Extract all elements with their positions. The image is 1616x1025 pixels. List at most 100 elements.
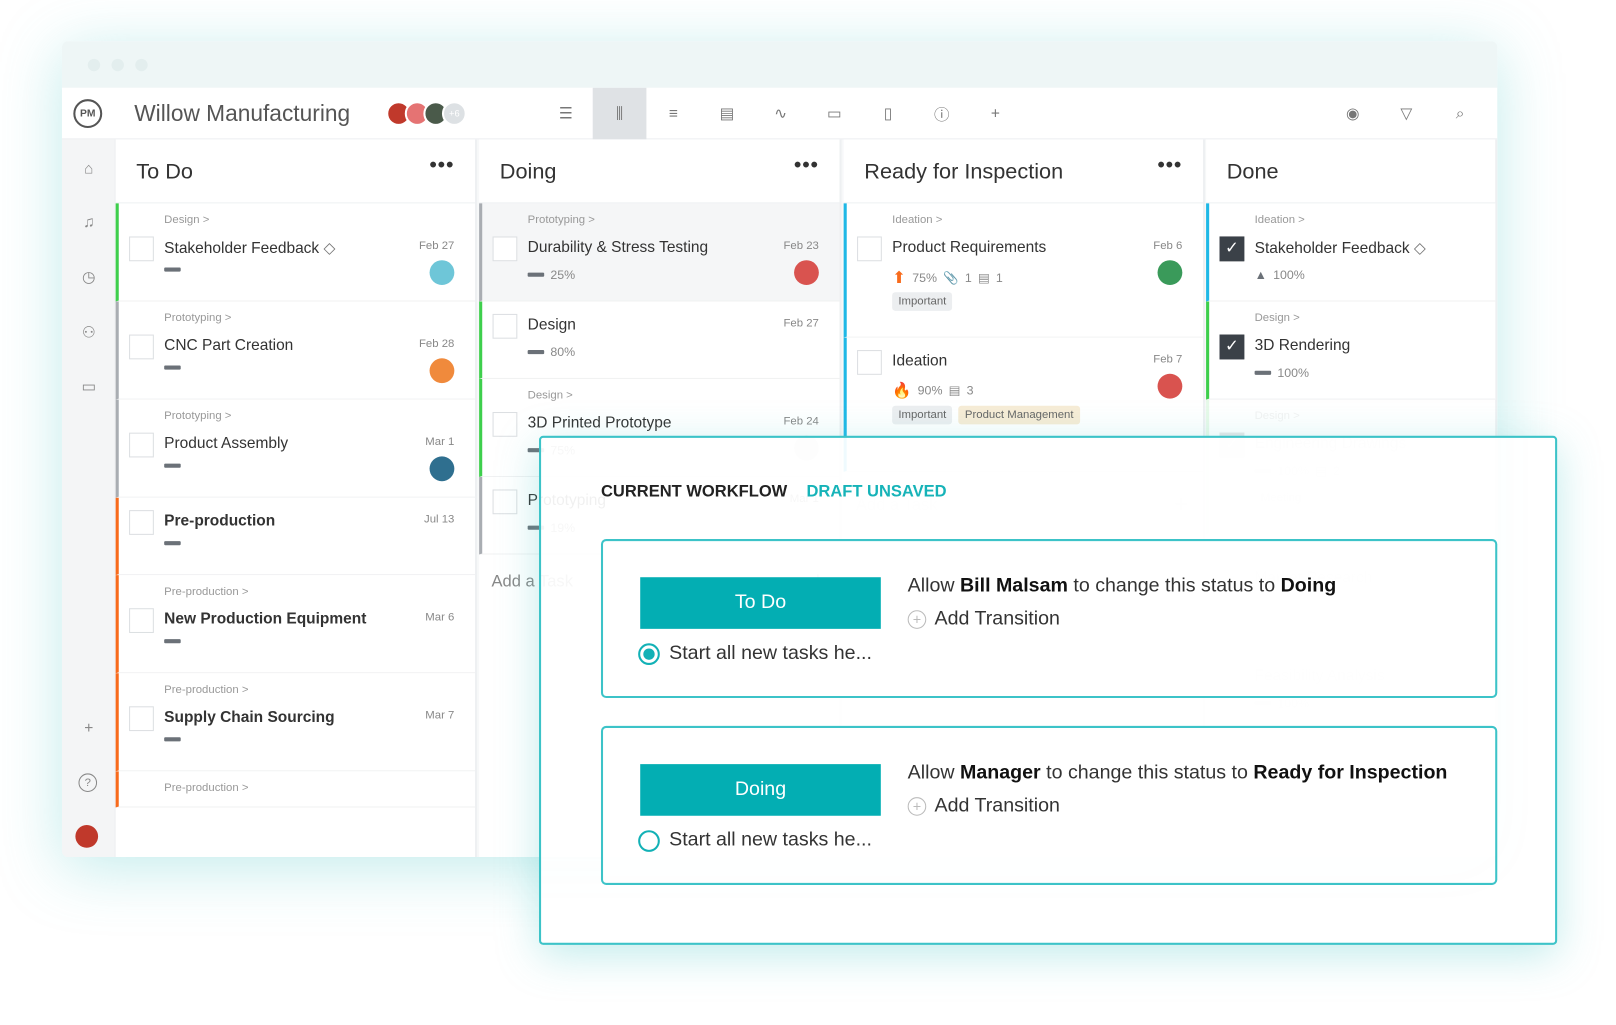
pm-logo[interactable]: PM bbox=[73, 99, 103, 129]
task-checkbox[interactable] bbox=[129, 334, 154, 360]
task-card[interactable]: Design > ✓ 3D Rendering 100% bbox=[1206, 301, 1496, 400]
column-menu-button[interactable]: ••• bbox=[794, 154, 819, 178]
task-title[interactable]: 3D Rendering bbox=[1255, 337, 1351, 355]
task-checkbox[interactable] bbox=[129, 432, 154, 458]
tag[interactable]: Important bbox=[892, 405, 953, 425]
close-window-button[interactable] bbox=[87, 58, 101, 72]
task-card[interactable]: Prototyping > CNC Part Creation Feb 28 bbox=[115, 301, 475, 400]
task-card[interactable]: Ideation > ✓ Stakeholder Feedback ◇ ▲ 100% bbox=[1206, 203, 1496, 302]
maximize-window-button[interactable] bbox=[135, 58, 148, 72]
task-title[interactable]: Stakeholder Feedback ◇ bbox=[1255, 239, 1426, 258]
task-category[interactable]: Design > bbox=[1255, 410, 1300, 422]
dashboard-view-button[interactable]: ∿ bbox=[754, 88, 808, 140]
briefcase-icon[interactable]: ▭ bbox=[78, 377, 99, 396]
default-status-radio[interactable] bbox=[638, 643, 660, 665]
task-category[interactable]: Prototyping > bbox=[528, 214, 595, 226]
status-button[interactable]: Doing bbox=[640, 764, 881, 816]
default-status-label[interactable]: Start all new tasks he... bbox=[669, 829, 872, 852]
task-checkbox[interactable] bbox=[492, 412, 518, 437]
rule-assignee[interactable]: Manager bbox=[960, 762, 1041, 784]
task-title[interactable]: Ideation bbox=[892, 352, 947, 370]
task-checkbox[interactable] bbox=[129, 608, 154, 633]
assignee-avatar[interactable] bbox=[794, 260, 819, 285]
tag[interactable]: Important bbox=[892, 292, 953, 311]
task-category[interactable]: Design > bbox=[1255, 312, 1300, 324]
task-title[interactable]: Design bbox=[528, 316, 576, 334]
task-category[interactable]: Pre-production > bbox=[164, 684, 248, 696]
minimize-window-button[interactable] bbox=[111, 58, 124, 72]
task-title[interactable]: Product Assembly bbox=[164, 435, 288, 453]
task-card[interactable]: Pre-production > Supply Chain Sourcing Mar… bbox=[115, 673, 475, 772]
task-title[interactable]: New Production Equipment bbox=[164, 610, 366, 628]
task-card[interactable]: Prototyping > Product Assembly Mar 1 bbox=[115, 399, 475, 498]
rule-target-status[interactable]: Ready for Inspection bbox=[1253, 762, 1447, 784]
task-title[interactable]: Product Requirements bbox=[892, 239, 1046, 257]
default-status-label[interactable]: Start all new tasks he... bbox=[669, 642, 872, 665]
eye-button[interactable]: ◉ bbox=[1326, 88, 1380, 140]
task-checkbox[interactable] bbox=[129, 236, 154, 262]
default-status-radio[interactable] bbox=[638, 830, 660, 852]
user-avatar[interactable] bbox=[75, 825, 99, 848]
add-icon[interactable]: + bbox=[78, 720, 99, 738]
task-card[interactable]: Pre-production > New Production Equipment… bbox=[115, 575, 475, 674]
rule-target-status[interactable]: Doing bbox=[1281, 575, 1337, 597]
task-checkbox[interactable] bbox=[857, 350, 882, 375]
search-button[interactable]: ⌕ bbox=[1433, 88, 1487, 140]
task-category[interactable]: Pre-production > bbox=[164, 782, 248, 794]
board-view-button[interactable]: ⫼ bbox=[592, 87, 647, 140]
files-view-button[interactable]: ▯ bbox=[861, 88, 915, 140]
column-menu-button[interactable]: ••• bbox=[1158, 154, 1183, 178]
task-title[interactable]: Durability & Stress Testing bbox=[528, 239, 708, 257]
column-menu-button[interactable]: ••• bbox=[430, 154, 455, 178]
task-category[interactable]: Design > bbox=[528, 389, 573, 401]
task-title[interactable]: 3D Printed Prototype bbox=[528, 414, 672, 432]
gantt-view-button[interactable]: ≡ bbox=[646, 88, 700, 140]
list-view-button[interactable]: ☰ bbox=[539, 88, 593, 140]
assignee-avatar[interactable] bbox=[429, 456, 455, 482]
task-category[interactable]: Ideation > bbox=[1255, 214, 1305, 226]
notifications-icon[interactable]: ♫ bbox=[78, 214, 99, 232]
task-card[interactable]: Pre-production > bbox=[115, 771, 475, 808]
task-card[interactable]: Pre-production Jul 13 bbox=[115, 497, 475, 576]
task-category[interactable]: Pre-production > bbox=[164, 585, 248, 597]
task-checkbox[interactable] bbox=[129, 510, 154, 535]
help-icon[interactable]: ? bbox=[78, 773, 98, 793]
assignee-avatar[interactable] bbox=[429, 358, 455, 384]
task-checkbox[interactable] bbox=[129, 706, 154, 732]
add-view-button[interactable]: + bbox=[969, 88, 1023, 140]
task-category[interactable]: Prototyping > bbox=[164, 312, 231, 324]
add-transition-button[interactable]: + Add Transition bbox=[907, 795, 1060, 818]
task-title[interactable]: Pre-production bbox=[164, 512, 275, 530]
task-category[interactable]: Prototyping > bbox=[164, 410, 231, 422]
assignee-avatar[interactable] bbox=[1157, 373, 1183, 399]
task-card[interactable]: Design Feb 27 80% bbox=[479, 301, 840, 379]
overview-view-button[interactable]: ⓘ bbox=[915, 88, 969, 140]
calendar-view-button[interactable]: ▭ bbox=[807, 88, 861, 140]
task-card[interactable]: Prototyping > Durability & Stress Testing… bbox=[479, 203, 840, 302]
task-checkbox[interactable] bbox=[492, 236, 518, 262]
add-transition-button[interactable]: + Add Transition bbox=[907, 608, 1060, 631]
home-icon[interactable]: ⌂ bbox=[78, 160, 99, 178]
task-category[interactable]: Ideation > bbox=[892, 214, 942, 226]
task-title[interactable]: CNC Part Creation bbox=[164, 337, 293, 355]
task-card[interactable]: Design > Stakeholder Feedback ◇ Feb 27 bbox=[115, 203, 475, 302]
more-members-badge[interactable]: +6 bbox=[441, 101, 467, 126]
assignee-avatar[interactable] bbox=[429, 260, 455, 285]
team-avatars[interactable]: +6 bbox=[386, 101, 467, 126]
time-icon[interactable]: ◷ bbox=[78, 267, 99, 286]
task-checkbox[interactable]: ✓ bbox=[1219, 334, 1245, 360]
task-checkbox[interactable] bbox=[857, 236, 882, 262]
task-title[interactable]: Supply Chain Sourcing bbox=[164, 708, 334, 726]
filter-button[interactable]: ▽ bbox=[1380, 88, 1434, 140]
task-category[interactable]: Design > bbox=[164, 214, 209, 226]
people-icon[interactable]: ⚇ bbox=[78, 323, 99, 342]
task-title[interactable]: Stakeholder Feedback ◇ bbox=[164, 239, 335, 258]
task-checkbox[interactable] bbox=[492, 489, 518, 515]
task-card[interactable]: Ideation > Product Requirements Feb 6 ⬆ 75% 📎… bbox=[843, 203, 1203, 338]
status-button[interactable]: To Do bbox=[640, 577, 881, 629]
tag[interactable]: Product Management bbox=[958, 405, 1080, 425]
rule-assignee[interactable]: Bill Malsam bbox=[960, 575, 1068, 597]
assignee-avatar[interactable] bbox=[1157, 260, 1183, 285]
sheet-view-button[interactable]: ▤ bbox=[700, 88, 754, 140]
task-checkbox[interactable] bbox=[492, 313, 518, 339]
